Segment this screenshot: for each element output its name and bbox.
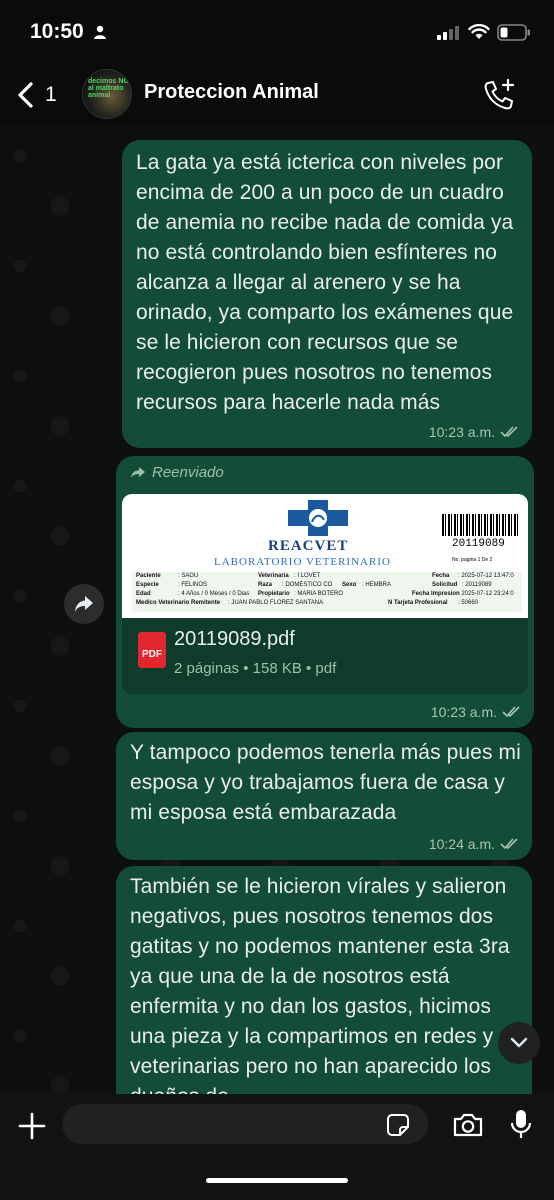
double-check-icon <box>502 706 520 718</box>
message-text: También se le hicieron vírales y saliero… <box>130 875 510 1094</box>
outgoing-document-message[interactable]: Reenviado REACVET LABORATORIO VETERINARI… <box>116 456 534 728</box>
info-value: : 4 Años / 0 Meses / 0 Dias <box>178 591 250 597</box>
forward-arrow-icon <box>75 596 93 612</box>
barcode-number: 20119089 <box>452 538 505 550</box>
lab-subtitle: LABORATORIO VETERINARIO <box>214 556 391 568</box>
info-label: N Tarjeta Profesional <box>388 600 448 606</box>
file-details: 2 páginas • 158 KB • pdf <box>174 660 337 677</box>
forwarded-icon <box>131 467 145 478</box>
info-label: Fecha <box>432 573 450 579</box>
message-meta: 10:24 a.m. <box>429 836 520 852</box>
scroll-to-bottom-button[interactable] <box>498 1022 540 1064</box>
info-value: : MARIA BOTERO <box>294 591 344 597</box>
plus-icon[interactable] <box>18 1112 46 1140</box>
message-input-bar <box>0 1094 554 1200</box>
home-indicator <box>206 1178 348 1183</box>
patient-info-table: Paciente : SAGU Veterinaria : I LOVET Fe… <box>132 572 522 612</box>
info-label: Especie <box>136 582 159 588</box>
info-label: Propietario <box>258 591 290 597</box>
cellular-signal-icon <box>437 26 459 40</box>
avatar-text: decimos NO al maltrato animal <box>88 78 131 99</box>
pdf-file-icon: PDF <box>138 632 166 668</box>
info-row: Edad : 4 Años / 0 Meses / 0 Dias Propiet… <box>132 590 522 599</box>
outgoing-message[interactable]: También se le hicieron vírales y saliero… <box>116 866 532 1094</box>
info-value: : 50660 <box>458 600 479 606</box>
microphone-icon[interactable] <box>510 1108 532 1140</box>
page-value: 1 <box>477 557 481 563</box>
chat-messages-area[interactable]: La gata ya está icterica con niveles por… <box>0 126 554 1094</box>
outgoing-message[interactable]: La gata ya está icterica con niveles por… <box>122 140 532 448</box>
info-value: : HEMBRA <box>362 582 392 588</box>
document-file-info[interactable]: PDF 20119089.pdf 2 páginas • 158 KB • pd… <box>122 618 528 694</box>
back-chevron-icon[interactable] <box>14 81 36 109</box>
status-bar: 10:50 <box>0 0 554 64</box>
message-time: 10:23 a.m. <box>430 704 497 720</box>
info-label: Sexo <box>342 582 357 588</box>
info-value: : 2025-07-12 13:47:0 <box>458 573 514 579</box>
message-meta: 10:23 a.m. <box>431 704 522 720</box>
wifi-icon <box>468 24 490 39</box>
message-meta: 10:23 a.m. <box>429 424 520 440</box>
info-label: Edad <box>136 591 151 597</box>
message-time: 10:23 a.m. <box>428 424 495 440</box>
forward-button[interactable] <box>64 584 104 624</box>
info-label: Medico Veterinario Remitente <box>136 600 221 606</box>
info-row: Medico Veterinario Remitente : JUAN PABL… <box>132 599 522 608</box>
lab-logo-icon <box>288 500 348 536</box>
chevron-down-icon <box>510 1037 528 1048</box>
message-text: La gata ya está icterica con niveles por… <box>136 151 514 414</box>
info-label: Solicitud <box>432 582 458 588</box>
info-value: : JUAN PABLO FLOREZ SANTANA <box>228 600 324 606</box>
double-check-icon <box>500 426 518 438</box>
document-preview[interactable]: REACVET LABORATORIO VETERINARIO 20119089… <box>122 494 528 618</box>
group-avatar[interactable]: decimos NO al maltrato animal <box>82 69 132 119</box>
forwarded-text: Reenviado <box>152 464 224 481</box>
info-label: Paciente <box>136 573 161 579</box>
info-value: : FELINOS <box>178 582 208 588</box>
info-label: Veterinaria <box>258 573 289 579</box>
unread-count[interactable]: 1 <box>45 83 57 107</box>
outgoing-message[interactable]: Y tampoco podemos tenerla más pues mi es… <box>116 732 532 860</box>
info-label: Fecha Impresion <box>412 591 460 597</box>
page-label: No. pagina <box>452 557 477 563</box>
double-check-icon <box>500 838 518 850</box>
message-text: Y tampoco podemos tenerla más pues mi es… <box>130 741 521 824</box>
page-number: No. pagina 1 De 2 <box>452 557 492 563</box>
lab-name: REACVET <box>268 538 349 554</box>
info-value: : I LOVET <box>294 573 321 579</box>
avatar-line-1: decimos NO <box>88 78 129 85</box>
info-value: : DOMESTICO CO <box>282 582 333 588</box>
info-value: : SAGU <box>178 573 199 579</box>
info-label: Raza <box>258 582 273 588</box>
avatar-line-2: al maltrato animal <box>88 85 124 99</box>
message-time: 10:24 a.m. <box>428 836 495 852</box>
barcode <box>442 514 518 536</box>
camera-icon[interactable] <box>452 1112 484 1138</box>
file-name: 20119089.pdf <box>174 628 295 650</box>
forwarded-label: Reenviado <box>130 464 224 481</box>
message-input[interactable] <box>62 1104 428 1144</box>
info-value: : 20119089 <box>462 582 492 588</box>
chat-title[interactable]: Proteccion Animal <box>144 81 319 104</box>
page-total: 2 <box>489 557 493 563</box>
battery-icon <box>497 24 530 41</box>
add-call-icon[interactable] <box>482 78 516 112</box>
info-row: Paciente : SAGU Veterinaria : I LOVET Fe… <box>132 572 522 581</box>
info-value: : 2025-07-12 23:24:0 <box>458 591 514 597</box>
person-icon <box>94 25 106 39</box>
chat-header: 1 decimos NO al maltrato animal Protecci… <box>0 64 554 126</box>
status-time: 10:50 <box>30 20 84 43</box>
info-row: Especie : FELINOS Raza : DOMESTICO CO Se… <box>132 581 522 590</box>
page-of: De <box>481 557 489 563</box>
sticker-icon[interactable] <box>386 1113 410 1137</box>
